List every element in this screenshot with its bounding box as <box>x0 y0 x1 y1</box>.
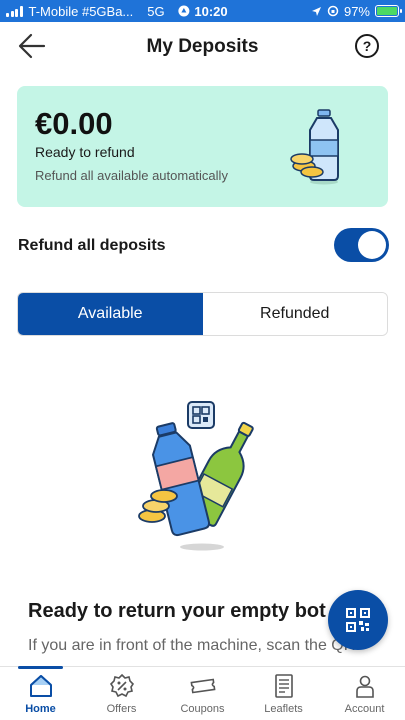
tab-available[interactable]: Available <box>18 293 203 335</box>
nav-home-label: Home <box>25 703 56 715</box>
header: My Deposits ? <box>0 22 405 70</box>
qr-code-icon <box>346 608 370 632</box>
refund-all-row: Refund all deposits <box>18 228 389 264</box>
leaflet-icon <box>274 674 293 698</box>
nav-home[interactable]: Home <box>0 666 81 720</box>
account-icon <box>355 675 374 698</box>
home-icon <box>29 675 52 697</box>
balance-subtitle: Refund all available automatically <box>35 168 228 183</box>
location-arrow-icon <box>311 6 321 16</box>
rotation-lock-icon <box>327 5 339 17</box>
nav-account-label: Account <box>344 703 385 715</box>
signal-icon <box>6 5 23 17</box>
empty-state-description: If you are in front of the machine, scan… <box>28 637 356 654</box>
balance-card: €0.00 Ready to refund Refund all availab… <box>17 86 388 207</box>
nav-coupons[interactable]: Coupons <box>162 667 243 720</box>
refund-all-toggle[interactable] <box>334 228 389 262</box>
status-bar: T-Mobile #5GBa... 5G 10:20 97% <box>0 0 405 22</box>
balance-amount: €0.00 <box>35 106 113 141</box>
battery-icon <box>375 5 402 17</box>
balance-label: Ready to refund <box>35 144 135 160</box>
nav-offers-label: Offers <box>106 703 137 715</box>
nav-offers[interactable]: Offers <box>81 667 162 720</box>
toggle-knob <box>358 231 386 259</box>
bottles-illustration-icon <box>138 401 254 551</box>
battery-percent: 97% <box>343 3 370 19</box>
bottom-nav: Home Offers Coupons Leaflets Account <box>0 666 405 720</box>
nav-leaflets[interactable]: Leaflets <box>243 667 324 720</box>
bottle-coins-icon <box>290 109 339 185</box>
focus-icon <box>177 5 189 17</box>
nav-coupons-label: Coupons <box>180 703 225 715</box>
clock: 10:20 <box>194 3 228 19</box>
nav-account[interactable]: Account <box>324 667 405 720</box>
help-button[interactable]: ? <box>355 34 379 58</box>
nav-leaflets-label: Leaflets <box>264 703 303 715</box>
carrier-label: T-Mobile #5GBa... <box>28 3 134 19</box>
tab-refunded[interactable]: Refunded <box>202 293 387 335</box>
page-title: My Deposits <box>146 36 259 57</box>
refund-all-label: Refund all deposits <box>18 237 166 254</box>
scan-qr-button[interactable] <box>328 590 388 650</box>
coupon-icon <box>190 678 215 694</box>
empty-state-title: Ready to return your empty bot <box>28 600 326 622</box>
active-indicator <box>18 666 63 669</box>
network-label: 5G <box>147 3 165 19</box>
deposit-tabs: Available Refunded <box>17 292 388 336</box>
offers-icon <box>109 673 134 698</box>
